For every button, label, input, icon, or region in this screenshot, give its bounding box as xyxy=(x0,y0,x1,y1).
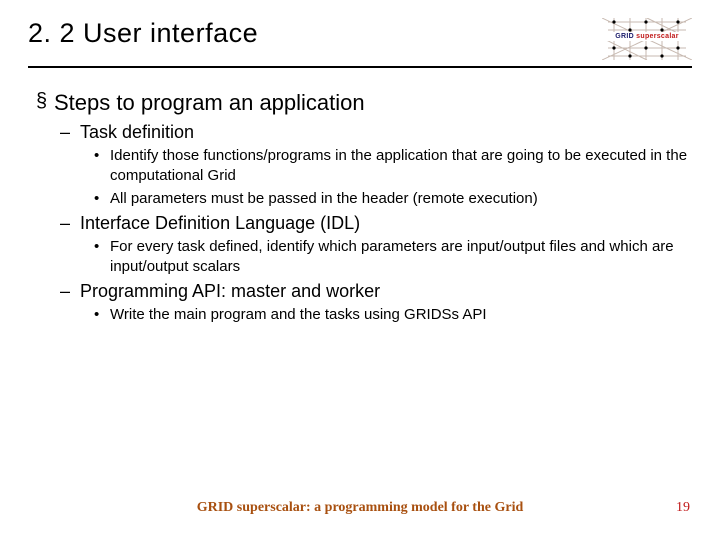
slide-title: 2. 2 User interface xyxy=(28,18,258,49)
bullet-l3: All parameters must be passed in the hea… xyxy=(110,189,692,209)
bullet-l3: For every task defined, identify which p… xyxy=(110,237,692,278)
logo-word-superscalar: superscalar xyxy=(636,33,679,40)
bullet-l2: Task definition Identify those functions… xyxy=(80,122,692,209)
bullet-l3: Write the main program and the tasks usi… xyxy=(110,305,692,325)
bullet-l1-text: Steps to program an application xyxy=(54,90,365,115)
slide-header: 2. 2 User interface xyxy=(28,18,692,68)
brand-logo: GRID superscalar xyxy=(602,18,692,60)
bullet-l1: Steps to program an application Task def… xyxy=(54,90,692,326)
bullet-l3: Identify those functions/programs in the… xyxy=(110,146,692,187)
page-number: 19 xyxy=(676,500,690,516)
footer-text: GRID superscalar: a programming model fo… xyxy=(0,500,720,516)
slide-content: Steps to program an application Task def… xyxy=(28,90,692,326)
bullet-l2-text: Task definition xyxy=(80,122,194,142)
logo-word-grid: GRID xyxy=(615,33,634,40)
bullet-l2-text: Programming API: master and worker xyxy=(80,281,380,301)
bullet-l2-text: Interface Definition Language (IDL) xyxy=(80,213,360,233)
bullet-l2: Interface Definition Language (IDL) For … xyxy=(80,213,692,278)
bullet-l2: Programming API: master and worker Write… xyxy=(80,281,692,325)
